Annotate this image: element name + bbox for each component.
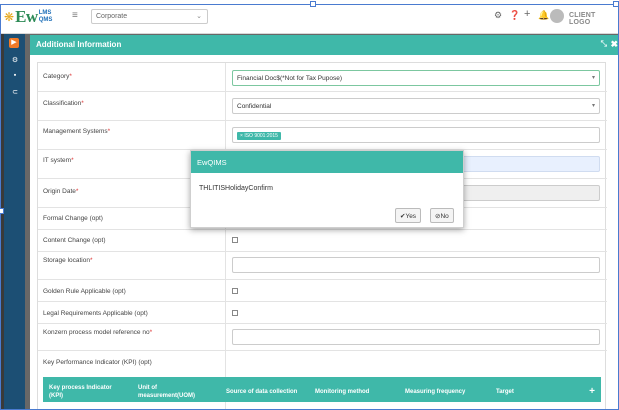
logo-flower-icon: ❋ (4, 10, 15, 24)
konzern-input[interactable] (232, 329, 600, 345)
storage-input[interactable] (232, 257, 600, 273)
link-icon[interactable]: ⊂ (10, 88, 20, 98)
legal-label: Legal Requirements Applicable (opt) (43, 310, 148, 317)
client-logo: CLIENT LOGO (569, 12, 596, 26)
classification-select[interactable]: Confidential ▾ (232, 98, 600, 114)
avatar[interactable] (550, 9, 564, 23)
dialog-title: EwQIMS (191, 151, 463, 173)
logo-text: Ew (15, 7, 38, 26)
plus-icon[interactable]: + (524, 8, 530, 20)
settings-icon[interactable]: ⚙ (10, 56, 20, 66)
logo-sup: LMS QMS (39, 10, 53, 24)
row-storage: Storage location* (38, 252, 607, 280)
logo-sup-top: LMS (38, 10, 52, 16)
row-category: Category* Financial Doc$(*Not for Tax Pu… (38, 63, 607, 92)
management-label: Management Systems* (43, 128, 111, 135)
row-content-change: Content Change (opt) (38, 230, 607, 252)
row-management-systems: Management Systems* × ISO 9001:2015 (38, 121, 607, 150)
bell-icon[interactable]: 🔔 (538, 10, 549, 21)
dialog-message: THLITISHolidayConfirm (199, 185, 273, 192)
konzern-label: Konzern process model reference no* (43, 329, 153, 336)
kpi-table-header: Key process Indicator (KPI) Unit of meas… (43, 377, 601, 402)
add-row-button[interactable]: + (589, 386, 595, 397)
content-change-label: Content Change (opt) (43, 237, 106, 244)
category-value: Financial Doc$(*Not for Tax Pupose) (237, 75, 343, 82)
close-icon[interactable]: ✖ (610, 39, 618, 50)
row-golden-rule: Golden Rule Applicable (opt) (38, 280, 607, 302)
content-change-checkbox[interactable] (232, 237, 238, 243)
formal-change-label: Formal Change (opt) (43, 215, 103, 222)
kpi-label: Key Performance Indicator (KPI) (opt) (43, 359, 152, 366)
org-select[interactable]: Corporate ⌄ (91, 9, 208, 24)
storage-label: Storage location* (43, 257, 93, 264)
management-multiselect[interactable]: × ISO 9001:2015 (232, 127, 600, 143)
chevron-down-icon: ▾ (591, 103, 595, 109)
legal-checkbox[interactable] (232, 310, 238, 316)
document-icon[interactable]: ▪ (10, 72, 20, 82)
resize-handle-top[interactable] (310, 1, 316, 7)
row-kpi: Key Performance Indicator (KPI) (opt) (38, 351, 607, 377)
help-icon[interactable]: ❓ (509, 10, 520, 21)
row-konzern: Konzern process model reference no* (38, 324, 607, 351)
additional-info-form: Category* Financial Doc$(*Not for Tax Pu… (37, 62, 607, 410)
classification-value: Confidential (237, 103, 272, 110)
it-system-label: IT system* (43, 157, 74, 164)
origin-date-label: Origin Date* (43, 188, 79, 195)
management-tag[interactable]: × ISO 9001:2015 (237, 132, 281, 140)
gear-icon[interactable]: ⚙ (494, 10, 502, 21)
th-target: Target (496, 389, 514, 395)
app-logo[interactable]: ❋ Ew LMS QMS (4, 7, 52, 27)
th-kpi: Key process Indicator (KPI) (49, 385, 112, 399)
golden-rule-checkbox[interactable] (232, 288, 238, 294)
chevron-down-icon: ▾ (591, 75, 595, 81)
no-button[interactable]: ⊘No (430, 208, 454, 223)
resize-handle-left[interactable] (0, 208, 4, 214)
category-select[interactable]: Financial Doc$(*Not for Tax Pupose) ▾ (232, 70, 600, 86)
chevron-down-icon: ⌄ (196, 13, 202, 20)
th-source: Source of data collection (226, 389, 298, 395)
golden-rule-label: Golden Rule Applicable (opt) (43, 288, 126, 295)
sidebar: ▶ ⚙ ▪ ⊂ (4, 34, 25, 410)
row-legal: Legal Requirements Applicable (opt) (38, 302, 607, 324)
logo-sup-bottom: QMS (38, 17, 53, 23)
modal-title: Additional Information (36, 40, 122, 49)
org-select-value: Corporate (96, 13, 128, 20)
category-label: Category* (43, 73, 72, 80)
confirm-dialog: EwQIMS THLITISHolidayConfirm ✔Yes ⊘No (190, 150, 464, 228)
th-frequency: Measuring frequency (405, 389, 466, 395)
dashboard-icon[interactable]: ▶ (9, 38, 19, 48)
resize-handle-top-right[interactable] (613, 1, 619, 7)
modal-header: Additional Information ⤡ ✖ (30, 35, 618, 55)
classification-label: Classification* (43, 100, 84, 107)
th-uom: Unit of measurement(UOM) (138, 385, 196, 399)
menu-icon[interactable]: ≡ (72, 10, 78, 21)
row-classification: Classification* Confidential ▾ (38, 92, 607, 121)
yes-button[interactable]: ✔Yes (395, 208, 422, 223)
resize-icon[interactable]: ⤡ (601, 39, 607, 49)
th-method: Monitoring method (315, 389, 370, 395)
